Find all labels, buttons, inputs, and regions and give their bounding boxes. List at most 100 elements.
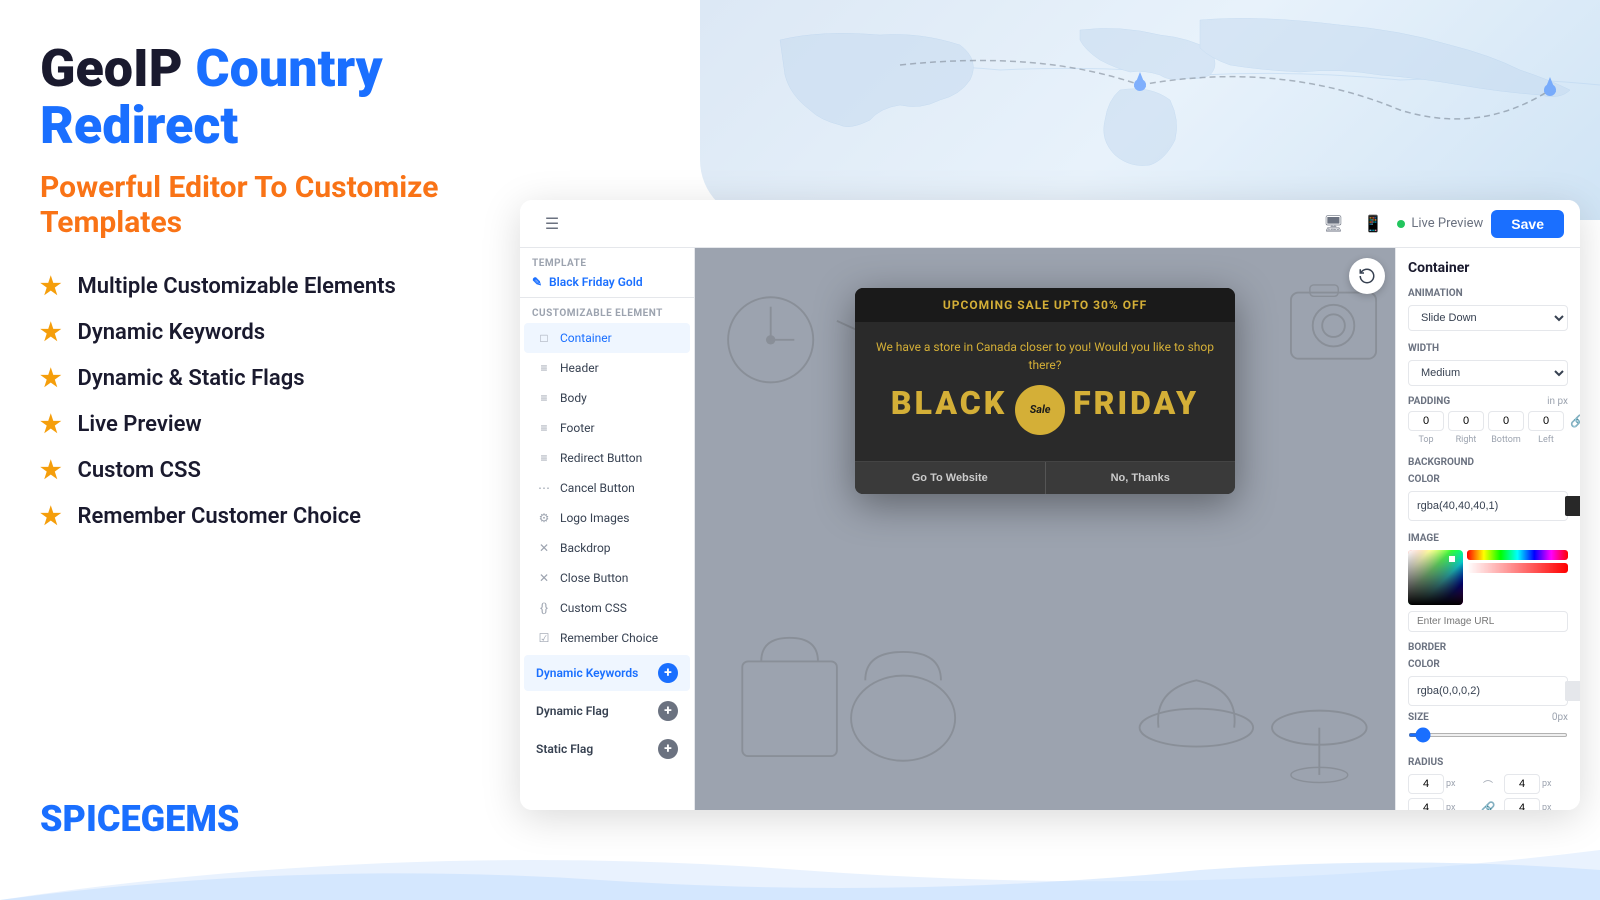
wave-bottom [0,820,1600,900]
logo-icon: ⚙ [536,510,552,526]
sidebar-expandable-static[interactable]: Static Flag + [524,731,690,767]
expand-static-icon: + [658,739,678,759]
popup-title-area: BLACK Sale FRIDAY [871,374,1219,445]
title-black: GeoIP [40,38,196,99]
cancel-icon: ⋯ [536,480,552,496]
radius-br-input[interactable] [1504,798,1540,810]
radius-tl-input[interactable] [1408,774,1444,794]
popup-no-button[interactable]: No, Thanks [1046,462,1236,494]
bg-color-row [1408,491,1568,521]
size-section-label: Size [1408,712,1429,723]
menu-icon[interactable]: ☰ [536,208,568,240]
feature-label-3: Dynamic & Static Flags [78,366,305,391]
padding-bottom-input[interactable] [1488,411,1524,431]
live-preview-button[interactable]: Live Preview [1397,216,1483,231]
bg-color-input[interactable] [1417,500,1559,512]
expand-keywords-icon: + [658,663,678,683]
redirect-icon: ≡ [536,450,552,466]
sidebar-expandable-keywords[interactable]: Dynamic Keywords + [524,655,690,691]
padding-right-input[interactable] [1448,411,1484,431]
static-flag-label: Static Flag [536,742,593,756]
alpha-slider[interactable] [1467,563,1568,573]
radius-tr-unit: px [1542,779,1551,789]
padding-top-input[interactable] [1408,411,1444,431]
color-picker-gradient[interactable] [1408,550,1463,605]
sidebar-item-logo[interactable]: ⚙ Logo Images [524,503,690,533]
sidebar-item-remember[interactable]: ☑ Remember Choice [524,623,690,653]
body-icon: ≡ [536,390,552,406]
refresh-icon [1358,267,1376,285]
feature-5: ★ Custom CSS [40,456,560,484]
feature-label-1: Multiple Customizable Elements [78,274,396,299]
editor-preview: UPCOMING SALE UPTO 30% OFF We have a sto… [695,248,1395,810]
star-icon-1: ★ [40,272,62,300]
border-color-input[interactable] [1417,685,1559,697]
sidebar-item-backdrop[interactable]: ✕ Backdrop [524,533,690,563]
sidebar-item-body[interactable]: ≡ Body [524,383,690,413]
bg-color-swatch[interactable] [1565,496,1580,516]
sidebar-item-redirect[interactable]: ≡ Redirect Button [524,443,690,473]
feature-label-4: Live Preview [78,412,202,437]
width-section-label: Width [1408,343,1568,354]
sidebar-item-footer[interactable]: ≡ Footer [524,413,690,443]
border-color-swatch[interactable] [1565,681,1580,701]
border-color-label: Color [1408,659,1568,670]
star-icon-5: ★ [40,456,62,484]
main-title: GeoIP Country Redirect [40,40,560,154]
sidebar-label-redirect: Redirect Button [560,451,642,465]
editor-toolbar: ☰ 🖥 📱 Live Preview Save [520,200,1580,248]
bg-color-label: Color [1408,474,1568,485]
radius-br-unit: px [1542,803,1551,810]
popup-buttons: Go To Website No, Thanks [855,461,1235,494]
animation-section-label: Animation [1408,288,1568,299]
editor-container: ☰ 🖥 📱 Live Preview Save TEMPLATE ✎ Black… [520,200,1580,810]
template-edit-icon: ✎ [532,275,542,289]
template-name: ✎ Black Friday Gold [520,273,694,298]
save-button[interactable]: Save [1491,210,1564,238]
sidebar-label-backdrop: Backdrop [560,541,611,555]
border-color-row [1408,676,1568,706]
padding-right-label: Right [1448,435,1484,445]
popup-go-button[interactable]: Go To Website [855,462,1046,494]
mobile-icon[interactable]: 📱 [1357,208,1389,240]
sidebar-item-css[interactable]: {} Custom CSS [524,593,690,623]
sidebar-label-header: Header [560,361,599,375]
image-url-input[interactable] [1408,611,1568,632]
left-panel: GeoIP Country Redirect Powerful Editor T… [40,40,560,530]
padding-bottom-label: Bottom [1488,435,1524,445]
padding-link-icon: 🔗 [1570,414,1580,428]
radius-bl-input[interactable] [1408,798,1444,810]
editor-properties: Container Animation Slide Down Fade In S… [1395,248,1580,810]
hue-slider[interactable] [1467,550,1568,560]
feature-label-6: Remember Customer Choice [78,504,361,529]
radius-tr-input[interactable] [1504,774,1540,794]
padding-left-input[interactable] [1528,411,1564,431]
color-picker-cursor [1449,556,1455,562]
dynamic-keywords-label: Dynamic Keywords [536,666,638,680]
sidebar-item-container[interactable]: □ Container [524,323,690,353]
sidebar-expandable-flag[interactable]: Dynamic Flag + [524,693,690,729]
popup-body-text: We have a store in Canada closer to you!… [871,338,1219,374]
sidebar-item-cancel[interactable]: ⋯ Cancel Button [524,473,690,503]
star-icon-2: ★ [40,318,62,346]
sidebar-label-body: Body [560,391,587,405]
sidebar-item-close[interactable]: ✕ Close Button [524,563,690,593]
border-size-slider[interactable] [1408,733,1568,737]
animation-select[interactable]: Slide Down Fade In Slide Up [1408,305,1568,331]
popup-title-left: BLACK [891,384,1007,422]
desktop-icon[interactable]: 🖥 [1317,208,1349,240]
feature-1: ★ Multiple Customizable Elements [40,272,560,300]
sidebar-label-footer: Footer [560,421,595,435]
radius-link-center: 🔗 [1476,798,1500,810]
sidebar-item-header[interactable]: ≡ Header [524,353,690,383]
remember-icon: ☑ [536,630,552,646]
padding-section-label: Padding [1408,396,1450,407]
sidebar-label-remember: Remember Choice [560,631,658,645]
radius-section-label: Radius [1408,757,1568,768]
padding-top-label: Top [1408,435,1444,445]
preview-refresh-button[interactable] [1349,258,1385,294]
width-select[interactable]: Medium Small Large [1408,360,1568,386]
template-name-text: Black Friday Gold [549,275,643,289]
sidebar-label-container: Container [560,331,612,345]
radius-bl-unit: px [1446,803,1455,810]
